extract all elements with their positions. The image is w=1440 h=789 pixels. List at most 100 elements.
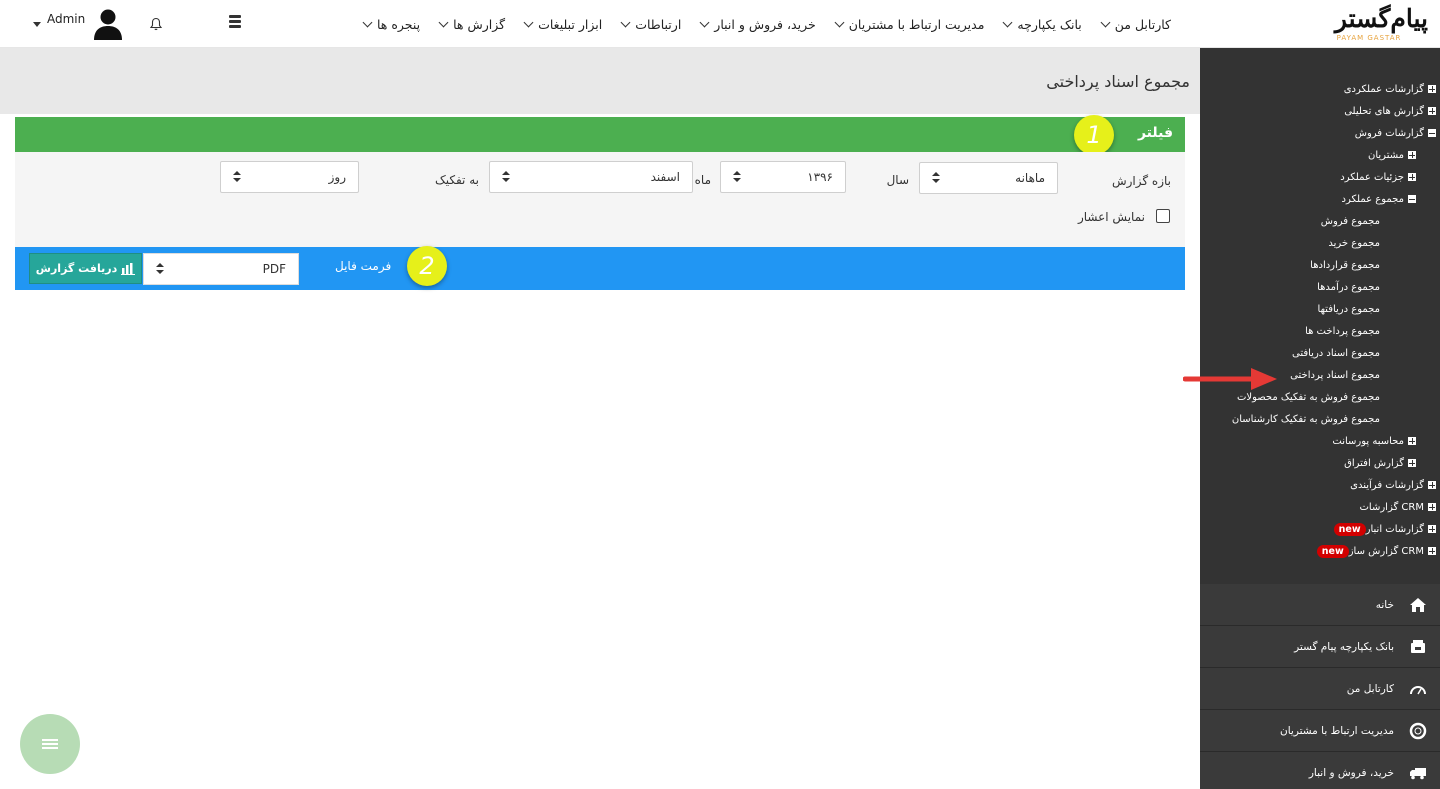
chevron-down-icon <box>523 17 534 27</box>
download-report-button[interactable]: دریافت گزارش <box>29 253 142 284</box>
file-format-value: PDF <box>262 262 286 276</box>
tree-item-label: مجموع دریافتها <box>1317 303 1380 315</box>
database-icon <box>1408 637 1428 657</box>
sidebar-item-label: کارتابل من <box>1346 682 1394 695</box>
tree-item-sales-reports[interactable]: گزارشات فروش <box>1200 122 1440 144</box>
callout-badge-2: 2 <box>407 246 447 286</box>
tree-item-label: گزارشات انبار <box>1365 523 1424 535</box>
tree-item-total-received-documents[interactable]: مجموع اسناد دریافتی <box>1200 342 1440 364</box>
expand-plus-icon <box>1428 547 1436 555</box>
bar-chart-icon <box>121 262 136 275</box>
hamburger-menu-icon[interactable] <box>229 15 241 31</box>
tree-item-total-income[interactable]: مجموع درآمدها <box>1200 276 1440 298</box>
month-select[interactable]: اسفند <box>489 161 693 193</box>
tree-item-crm-report-builder[interactable]: گزارش ساز CRM new <box>1200 540 1440 562</box>
sidebar-item-label: خرید، فروش و انبار <box>1308 766 1394 779</box>
sort-arrows-icon <box>932 172 940 184</box>
chevron-down-icon <box>438 17 449 27</box>
nav-item-reports[interactable]: گزارش ها <box>427 17 512 32</box>
tree-item-customers[interactable]: مشتریان <box>1200 144 1440 166</box>
expand-plus-icon <box>1408 459 1416 467</box>
sidebar-main-menu: خانه بانک یکپارچه پیام گستر کارتابل من م… <box>1200 584 1440 789</box>
nav-item-label: کارتابل من <box>1114 16 1171 32</box>
bell-icon[interactable] <box>149 17 163 31</box>
tree-item-label: مجموع خرید <box>1328 237 1380 249</box>
nav-item-cartable[interactable]: کارتابل من <box>1089 17 1178 32</box>
tree-item-discrepancy-report[interactable]: گزارش افتراق <box>1200 452 1440 474</box>
tree-item-label: مجموع فروش به تفکیک کارشناسان <box>1231 413 1380 425</box>
tree-item-label: گزارش های تحلیلی <box>1344 105 1424 117</box>
nav-item-label: مدیریت ارتباط با مشتریان <box>848 16 985 32</box>
sort-arrows-icon <box>156 263 164 275</box>
year-select[interactable]: ۱۳۹۶ <box>720 161 846 193</box>
tree-item-commission[interactable]: محاسبه پورسانت <box>1200 430 1440 452</box>
tree-item-total-receipts[interactable]: مجموع دریافتها <box>1200 298 1440 320</box>
user-menu[interactable]: Admin <box>33 6 125 40</box>
breakdown-select[interactable]: روز <box>220 161 359 193</box>
annotation-arrow <box>1183 368 1277 390</box>
top-navbar: پیام‌گستر PAYAM GASTAR کارتابل من بانک ی… <box>0 0 1440 48</box>
tree-item-process-reports[interactable]: گزارشات فرآیندی <box>1200 474 1440 496</box>
tree-item-total-payments[interactable]: مجموع پرداخت ها <box>1200 320 1440 342</box>
tree-item-label: مجموع عملکرد <box>1341 193 1404 205</box>
chevron-down-icon <box>834 17 845 27</box>
filter-title: فیلتر <box>1137 125 1173 141</box>
nav-item-label: ارتباطات <box>635 16 682 32</box>
tree-item-label: مجموع فروش <box>1320 215 1380 227</box>
month-label: ماه <box>694 173 711 187</box>
chevron-down-icon <box>1002 17 1013 27</box>
nav-item-sales[interactable]: خرید، فروش و انبار <box>688 17 822 32</box>
main-nav: کارتابل من بانک یکپارچه مدیریت ارتباط با… <box>351 0 1178 48</box>
floating-menu-button[interactable] <box>20 714 80 774</box>
nav-item-communications[interactable]: ارتباطات <box>609 17 688 32</box>
nav-item-windows[interactable]: پنجره ها <box>351 17 427 32</box>
tree-item-analytic-reports[interactable]: گزارش های تحلیلی <box>1200 100 1440 122</box>
callout-badge-1: 1 <box>1074 115 1114 155</box>
export-bar: فرمت فایل PDF دریافت گزارش <box>15 247 1185 290</box>
tree-item-warehouse-reports[interactable]: گزارشات انبار new <box>1200 518 1440 540</box>
logo-subtext: PAYAM GASTAR <box>1336 34 1402 42</box>
report-period-select[interactable]: ماهانه <box>919 162 1058 194</box>
tree-item-label: گزارشات فروش <box>1354 127 1424 139</box>
sidebar-item-unified-bank[interactable]: بانک یکپارچه پیام گستر <box>1200 626 1440 668</box>
nav-item-advertising[interactable]: ابزار تبلیغات <box>512 17 609 32</box>
tree-item-sales-by-expert[interactable]: مجموع فروش به تفکیک کارشناسان <box>1200 408 1440 430</box>
tree-item-performance-reports[interactable]: گزارشات عملکردی <box>1200 78 1440 100</box>
tree-item-label: گزارشات CRM <box>1359 501 1424 513</box>
new-badge: new <box>1333 522 1366 536</box>
sidebar-item-home[interactable]: خانه <box>1200 584 1440 626</box>
nav-item-unified-bank[interactable]: بانک یکپارچه <box>991 17 1088 32</box>
tree-item-performance-details[interactable]: جزئیات عملکرد <box>1200 166 1440 188</box>
tree-item-total-sales[interactable]: مجموع فروش <box>1200 210 1440 232</box>
tree-item-label: مجموع پرداخت ها <box>1305 325 1380 337</box>
filter-panel-body: بازه گزارش ماهانه سال ۱۳۹۶ ماه اسفند به … <box>15 152 1185 248</box>
sidebar-item-label: خانه <box>1375 598 1394 611</box>
tree-item-label: گزارش افتراق <box>1344 457 1404 469</box>
payam-gostar-logo[interactable]: پیام‌گستر PAYAM GASTAR <box>1300 4 1428 44</box>
sidebar-item-cartable[interactable]: کارتابل من <box>1200 668 1440 710</box>
page-header: مجموع اسناد پرداختی <box>0 48 1200 114</box>
show-decimals-label: نمایش اعشار <box>1077 210 1145 224</box>
sidebar-item-sales[interactable]: خرید، فروش و انبار <box>1200 752 1440 789</box>
home-icon <box>1408 595 1428 615</box>
filter-panel-header: فیلتر <box>15 117 1185 152</box>
tree-item-total-purchases[interactable]: مجموع خرید <box>1200 232 1440 254</box>
expand-plus-icon <box>1408 151 1416 159</box>
nav-item-crm[interactable]: مدیریت ارتباط با مشتریان <box>823 17 992 32</box>
tree-item-crm-reports[interactable]: گزارشات CRM <box>1200 496 1440 518</box>
tree-item-label: مجموع قراردادها <box>1310 259 1380 271</box>
tree-item-label: گزارشات فرآیندی <box>1350 479 1424 491</box>
tree-item-performance-totals[interactable]: مجموع عملکرد <box>1200 188 1440 210</box>
show-decimals-checkbox[interactable] <box>1156 209 1170 223</box>
tree-item-label: مجموع اسناد دریافتی <box>1291 347 1380 359</box>
collapse-minus-icon <box>1428 129 1436 137</box>
sidebar-item-crm[interactable]: مدیریت ارتباط با مشتریان <box>1200 710 1440 752</box>
chevron-down-icon <box>362 17 373 27</box>
dashboard-icon <box>1408 679 1428 699</box>
new-badge: new <box>1316 544 1349 558</box>
sidebar-item-label: بانک یکپارچه پیام گستر <box>1294 640 1394 653</box>
right-sidebar: گزارشات عملکردی گزارش های تحلیلی گزارشات… <box>1200 48 1440 789</box>
tree-item-total-contracts[interactable]: مجموع قراردادها <box>1200 254 1440 276</box>
file-format-select[interactable]: PDF <box>143 253 299 285</box>
sort-arrows-icon <box>233 171 241 183</box>
